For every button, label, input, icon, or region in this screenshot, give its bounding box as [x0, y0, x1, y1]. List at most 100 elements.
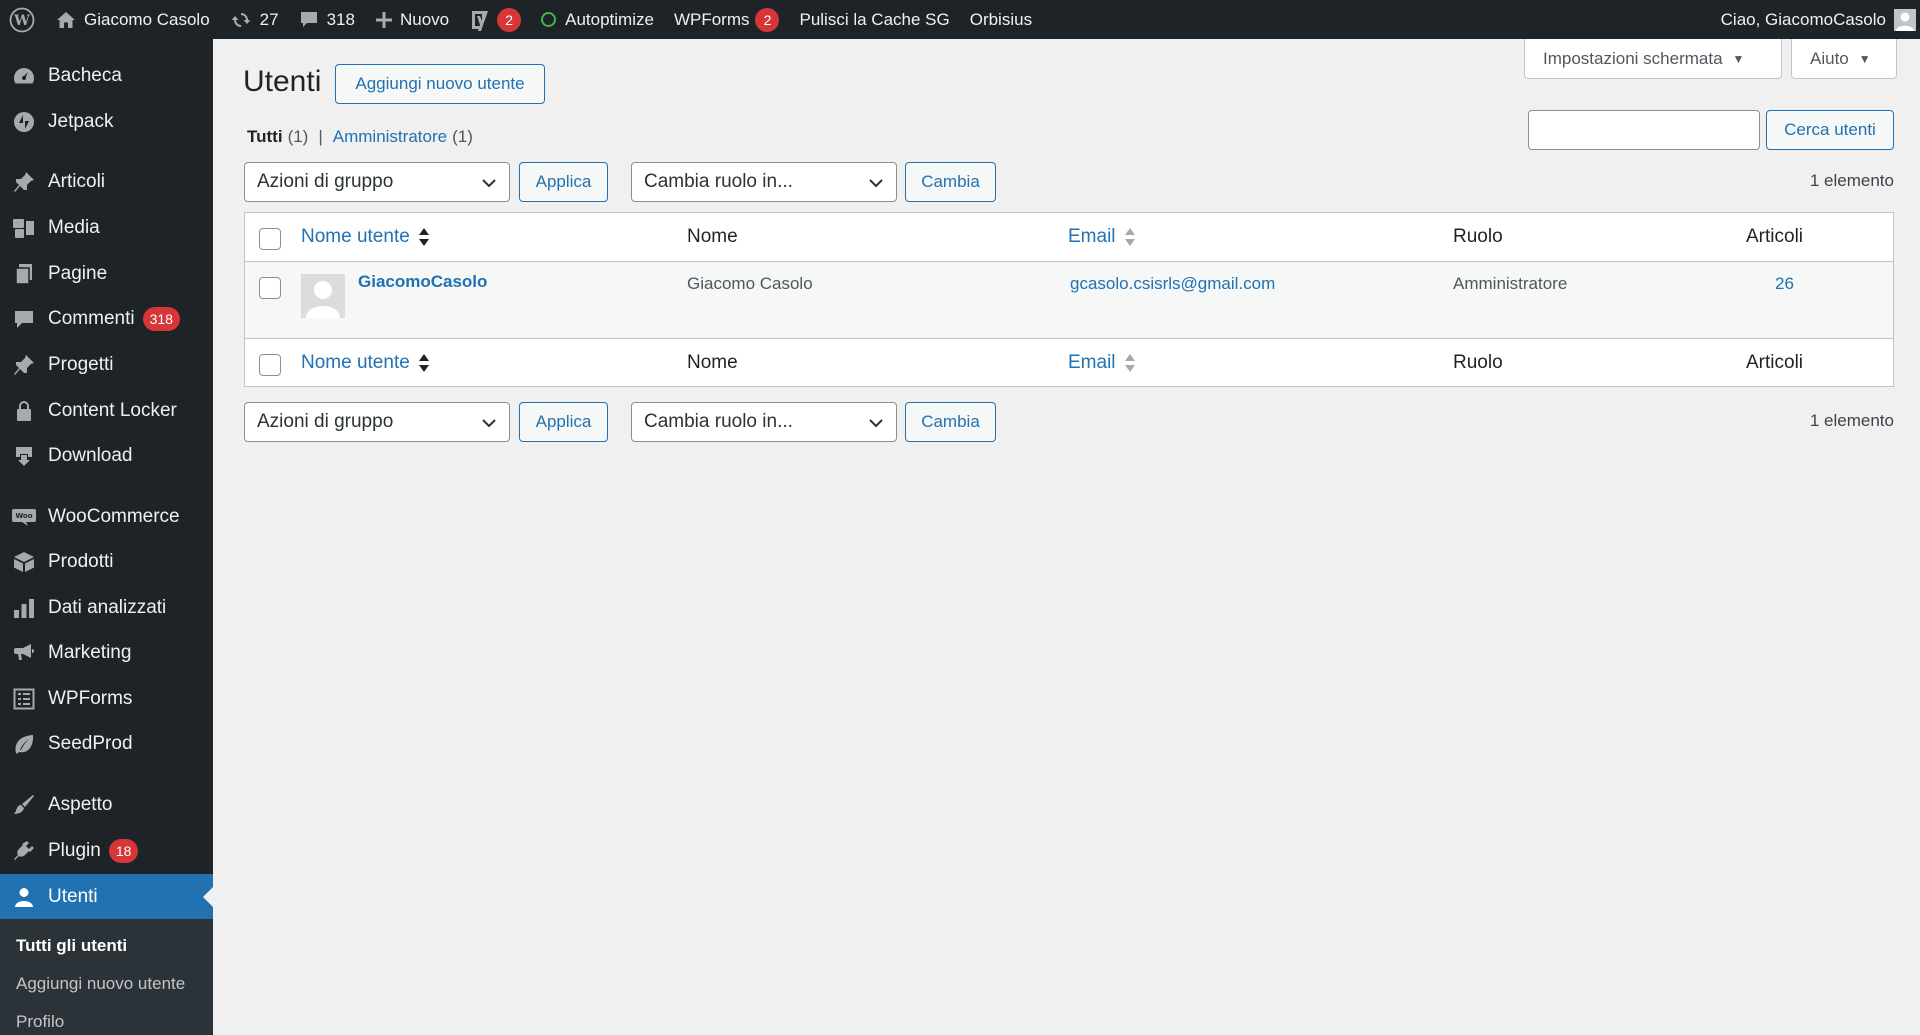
main-content: Impostazioni schermata ▼ Aiuto ▼ Utenti Ag…	[213, 39, 1920, 1035]
submenu-profile[interactable]: Profilo	[16, 1012, 64, 1032]
select-all-checkbox-footer[interactable]	[259, 354, 281, 376]
sidebar-item-content-locker[interactable]: Content Locker	[0, 388, 213, 433]
submenu-add-new-user[interactable]: Aggiungi nuovo utente	[16, 974, 185, 994]
help-button[interactable]: Aiuto ▼	[1791, 39, 1897, 79]
plugin-icon	[0, 840, 48, 862]
my-account-link[interactable]: Ciao, GiacomoCasolo	[1721, 0, 1916, 39]
user-role: Amministratore	[1453, 274, 1568, 293]
sidebar-item-jetpack[interactable]: Jetpack	[0, 99, 213, 144]
change-button-top[interactable]: Cambia	[905, 162, 996, 202]
user-icon	[0, 886, 48, 908]
filter-separator: |	[318, 127, 323, 146]
sidebar-item-prodotti[interactable]: Prodotti	[0, 539, 213, 584]
chevron-down-icon	[869, 179, 883, 188]
media-icon	[0, 217, 48, 239]
dashboard-icon	[0, 66, 48, 86]
sort-asc-icon	[418, 352, 430, 374]
autoptimize-label: Autoptimize	[565, 9, 654, 29]
sidebar-item-download[interactable]: Download	[0, 433, 213, 478]
apply-button-top[interactable]: Applica	[519, 162, 608, 202]
sidebar-item-plugin[interactable]: Plugin 18	[0, 828, 213, 873]
username-link[interactable]: GiacomoCasolo	[358, 272, 487, 292]
sidebar-item-bacheca[interactable]: Bacheca	[0, 53, 213, 98]
chevron-down-icon	[482, 179, 496, 188]
user-full-name: Giacomo Casolo	[687, 274, 813, 293]
sort-asc-icon	[418, 226, 430, 248]
caret-down-icon: ▼	[1732, 51, 1745, 66]
sidebar-item-dati-analizzati[interactable]: Dati analizzati	[0, 585, 213, 630]
sidebar-item-aspetto[interactable]: Aspetto	[0, 782, 213, 827]
sidebar-item-commenti[interactable]: Commenti 318	[0, 296, 213, 341]
sidebar-item-progetti[interactable]: Progetti	[0, 342, 213, 387]
avatar	[301, 274, 345, 318]
sort-icon	[1124, 352, 1136, 374]
yoast-icon	[472, 10, 489, 31]
sidebar-item-wpforms[interactable]: WPForms	[0, 676, 213, 721]
sidebar-item-utenti[interactable]: Utenti	[0, 874, 213, 919]
page-title: Utenti	[243, 65, 322, 98]
column-email-footer[interactable]: Email	[1068, 339, 1136, 387]
sidebar-item-marketing[interactable]: Marketing	[0, 630, 213, 675]
comments-link[interactable]: 318	[289, 0, 365, 39]
sidebar-item-woocommerce[interactable]: Woo WooCommerce	[0, 494, 213, 539]
column-role-footer: Ruolo	[1453, 352, 1503, 373]
box-icon	[0, 551, 48, 573]
row-checkbox[interactable]	[259, 277, 281, 299]
items-count-top: 1 elemento	[1809, 171, 1894, 190]
screen-options-button[interactable]: Impostazioni schermata ▼	[1524, 39, 1782, 79]
comments-badge: 318	[142, 306, 180, 331]
admin-bar: W Giacomo Casolo 27 318 Nuovo 2 Autoptim…	[0, 0, 1920, 39]
megaphone-icon	[0, 642, 48, 664]
sidebar-item-pagine[interactable]: Pagine	[0, 251, 213, 296]
pin-icon	[0, 171, 48, 193]
add-new-user-button[interactable]: Aggiungi nuovo utente	[335, 64, 545, 104]
search-users-input[interactable]	[1528, 110, 1760, 150]
apply-button-bottom[interactable]: Applica	[519, 402, 608, 442]
change-role-select-top[interactable]: Cambia ruolo in...	[631, 162, 897, 202]
status-dot-icon	[541, 12, 557, 27]
download-icon	[0, 445, 48, 467]
column-username-footer[interactable]: Nome utente	[301, 339, 430, 387]
sort-icon	[1124, 226, 1136, 248]
bulk-actions-select-top[interactable]: Azioni di gruppo	[244, 162, 510, 202]
updates-link[interactable]: 27	[220, 0, 289, 39]
column-email-header[interactable]: Email	[1068, 213, 1136, 261]
admin-sidebar: Bacheca Jetpack Articoli Media Pagine Co…	[0, 39, 213, 1035]
brush-icon	[0, 794, 48, 816]
column-username-header[interactable]: Nome utente	[301, 213, 430, 261]
yoast-badge: 2	[497, 7, 522, 32]
page-icon	[0, 263, 48, 285]
site-name-link[interactable]: Giacomo Casolo	[46, 0, 220, 39]
search-users-button[interactable]: Cerca utenti	[1766, 110, 1894, 150]
comments-count: 318	[326, 9, 355, 29]
plus-icon	[375, 11, 392, 28]
leaf-icon	[0, 733, 48, 755]
filter-administrator[interactable]: Amministratore	[333, 127, 447, 147]
home-icon	[57, 11, 75, 28]
wpforms-link[interactable]: WPForms 2	[664, 0, 790, 39]
sidebar-item-articoli[interactable]: Articoli	[0, 159, 213, 204]
submenu-all-users[interactable]: Tutti gli utenti	[16, 936, 127, 956]
column-role-header: Ruolo	[1453, 226, 1503, 247]
select-all-checkbox[interactable]	[259, 228, 281, 250]
change-role-select-bottom[interactable]: Cambia ruolo in...	[631, 402, 897, 442]
filter-all-count: (1)	[287, 127, 309, 146]
new-label: Nuovo	[399, 9, 450, 29]
jetpack-icon	[0, 111, 48, 133]
yoast-link[interactable]: 2	[459, 0, 531, 39]
cache-link[interactable]: Pulisci la Cache SG	[789, 0, 959, 39]
autoptimize-link[interactable]: Autoptimize	[531, 0, 664, 39]
user-email-link[interactable]: gcasolo.csisrls@gmail.com	[1070, 274, 1275, 294]
orbisius-label: Orbisius	[969, 9, 1033, 29]
new-content-link[interactable]: Nuovo	[365, 0, 459, 39]
column-name-footer: Nome	[687, 352, 738, 373]
role-filter-links: Tutti (1) | Amministratore (1)	[247, 127, 473, 147]
sidebar-item-media[interactable]: Media	[0, 205, 213, 250]
user-posts-link[interactable]: 26	[1775, 274, 1794, 294]
change-button-bottom[interactable]: Cambia	[905, 402, 996, 442]
orbisius-link[interactable]: Orbisius	[960, 0, 1042, 39]
sidebar-item-seedprod[interactable]: SeedProd	[0, 721, 213, 766]
filter-all[interactable]: Tutti	[247, 127, 283, 147]
bulk-actions-select-bottom[interactable]: Azioni di gruppo	[244, 402, 510, 442]
wordpress-logo-icon[interactable]: W	[0, 0, 44, 39]
